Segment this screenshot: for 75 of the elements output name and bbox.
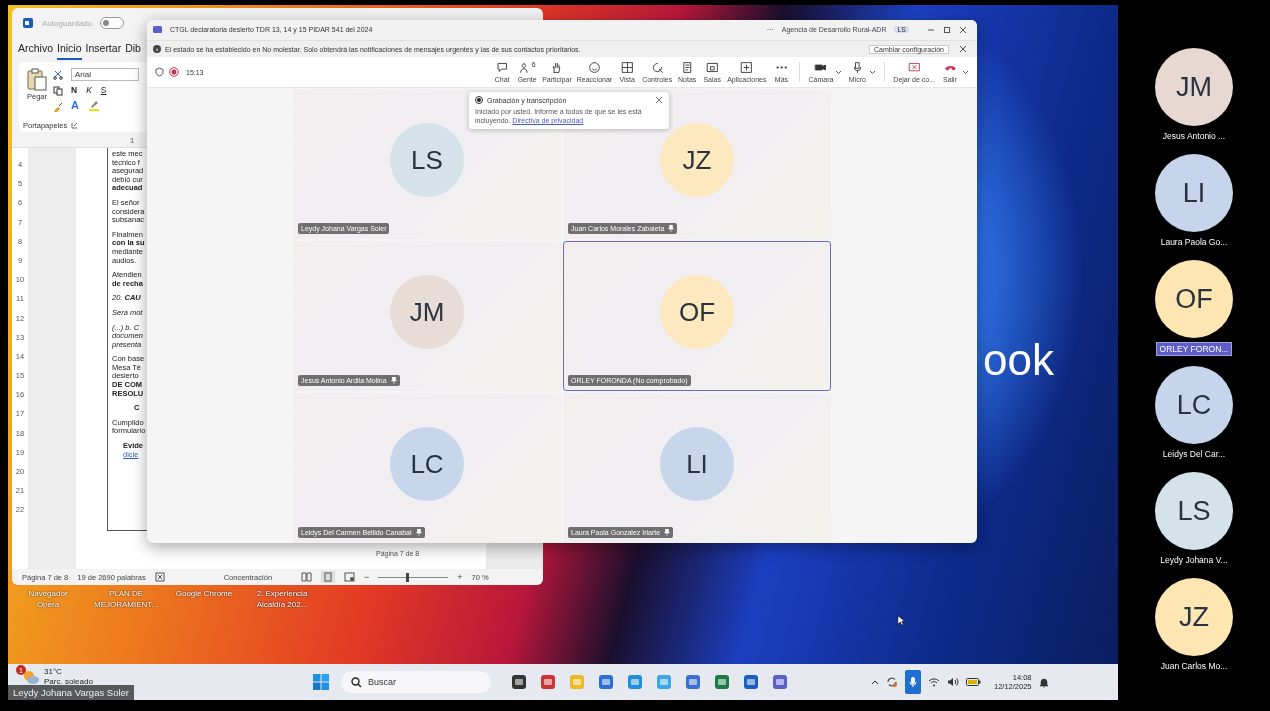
participant-name[interactable]: Leidys Del Car... bbox=[1159, 448, 1229, 460]
avatar-initials[interactable]: LI bbox=[1155, 154, 1233, 232]
ribbon-tab[interactable]: Dib bbox=[125, 42, 141, 60]
microphone-button[interactable] bbox=[905, 670, 921, 694]
web-layout-icon[interactable] bbox=[344, 572, 356, 582]
dialog-launcher-icon[interactable] bbox=[71, 121, 79, 129]
participant-name[interactable]: Laura Paola Go... bbox=[1157, 236, 1231, 248]
controls-icon bbox=[650, 61, 664, 75]
caret-icon[interactable] bbox=[835, 69, 843, 75]
brush-icon[interactable] bbox=[53, 102, 63, 112]
wifi-icon[interactable] bbox=[928, 677, 940, 687]
ribbon-tab[interactable]: Inicio bbox=[57, 42, 82, 60]
autosave-toggle[interactable] bbox=[100, 17, 125, 29]
chevron-up-icon[interactable] bbox=[871, 679, 879, 685]
participant-name[interactable]: ORLEY FORON... bbox=[1155, 342, 1233, 356]
caret-icon[interactable] bbox=[869, 69, 877, 75]
format-button[interactable]: K bbox=[86, 85, 92, 95]
start-icon[interactable] bbox=[312, 673, 330, 691]
participant-name[interactable]: Jesus Antonio ... bbox=[1159, 130, 1229, 142]
autosave-label: Autoguardado bbox=[42, 18, 93, 28]
volume-icon[interactable] bbox=[947, 677, 959, 687]
avatar-initials: JM bbox=[390, 275, 464, 349]
scissors-icon[interactable] bbox=[53, 70, 63, 80]
recording-icon bbox=[475, 96, 483, 104]
avatar-initials: OF bbox=[660, 275, 734, 349]
presenter-name-label: Leydy Johana Vargas Soler bbox=[8, 685, 134, 700]
maximize-icon[interactable] bbox=[943, 25, 951, 34]
avatar-initials[interactable]: LS bbox=[1155, 472, 1233, 550]
avatar-initials: LI bbox=[660, 427, 734, 501]
participant-name[interactable]: Leydy Johana V... bbox=[1157, 554, 1231, 566]
wallpaper-text: ook bbox=[983, 335, 1054, 385]
temperature[interactable]: 31°C bbox=[44, 667, 93, 677]
sync-icon[interactable] bbox=[886, 676, 898, 688]
format-button[interactable]: N bbox=[71, 85, 78, 95]
avatar-initials: LS bbox=[390, 123, 464, 197]
participant-name[interactable]: Juan Carlos Mo... bbox=[1157, 660, 1231, 672]
close-icon[interactable] bbox=[959, 25, 967, 34]
teams-logo-icon bbox=[153, 25, 162, 35]
highlighter-icon[interactable] bbox=[87, 99, 100, 111]
weather-icon[interactable] bbox=[22, 669, 40, 685]
info-icon bbox=[153, 45, 161, 54]
font-name-field[interactable]: Arial bbox=[71, 68, 139, 81]
close-icon[interactable] bbox=[655, 96, 663, 104]
caret-icon[interactable] bbox=[962, 69, 969, 75]
apps-icon bbox=[740, 61, 754, 75]
zoom-in-button[interactable]: + bbox=[457, 572, 463, 582]
avatar-initials[interactable]: OF bbox=[1155, 260, 1233, 338]
avatar-initials[interactable]: JZ bbox=[1155, 578, 1233, 656]
weather-description[interactable]: Parc. soleado bbox=[44, 677, 93, 687]
close-icon[interactable] bbox=[959, 45, 967, 54]
desktop-shortcut-label[interactable]: 2. Experiencia Alcaldía 202... bbox=[248, 588, 316, 610]
proofing-icon[interactable] bbox=[154, 572, 165, 582]
zoom-out-button[interactable]: − bbox=[364, 572, 370, 582]
read-mode-icon[interactable] bbox=[301, 572, 313, 582]
avatar-initials: JZ bbox=[660, 123, 734, 197]
notification-bell-icon[interactable] bbox=[1038, 676, 1049, 688]
avatar-initials: LC bbox=[390, 427, 464, 501]
rooms-icon bbox=[705, 61, 719, 75]
word-logo-icon bbox=[22, 17, 34, 29]
ribbon-tab[interactable]: Archivo bbox=[18, 42, 53, 60]
chat-icon bbox=[495, 61, 509, 75]
search-field[interactable]: Buscar bbox=[341, 671, 491, 693]
font-color-button[interactable]: A bbox=[71, 99, 79, 111]
clipboard-icon[interactable] bbox=[26, 68, 48, 92]
print-layout-icon[interactable] bbox=[321, 571, 336, 583]
format-button[interactable]: S bbox=[100, 85, 107, 95]
ribbon-tab[interactable]: Insertar bbox=[85, 42, 122, 60]
battery-icon[interactable] bbox=[966, 678, 981, 686]
smiley-icon bbox=[587, 61, 601, 75]
pointer-icon bbox=[897, 615, 905, 626]
microphone-icon bbox=[909, 676, 917, 688]
copy-icon[interactable] bbox=[53, 86, 63, 96]
avatar-initials[interactable]: JM bbox=[1155, 48, 1233, 126]
grid-icon bbox=[620, 61, 634, 75]
avatar-initials[interactable]: LC bbox=[1155, 366, 1233, 444]
